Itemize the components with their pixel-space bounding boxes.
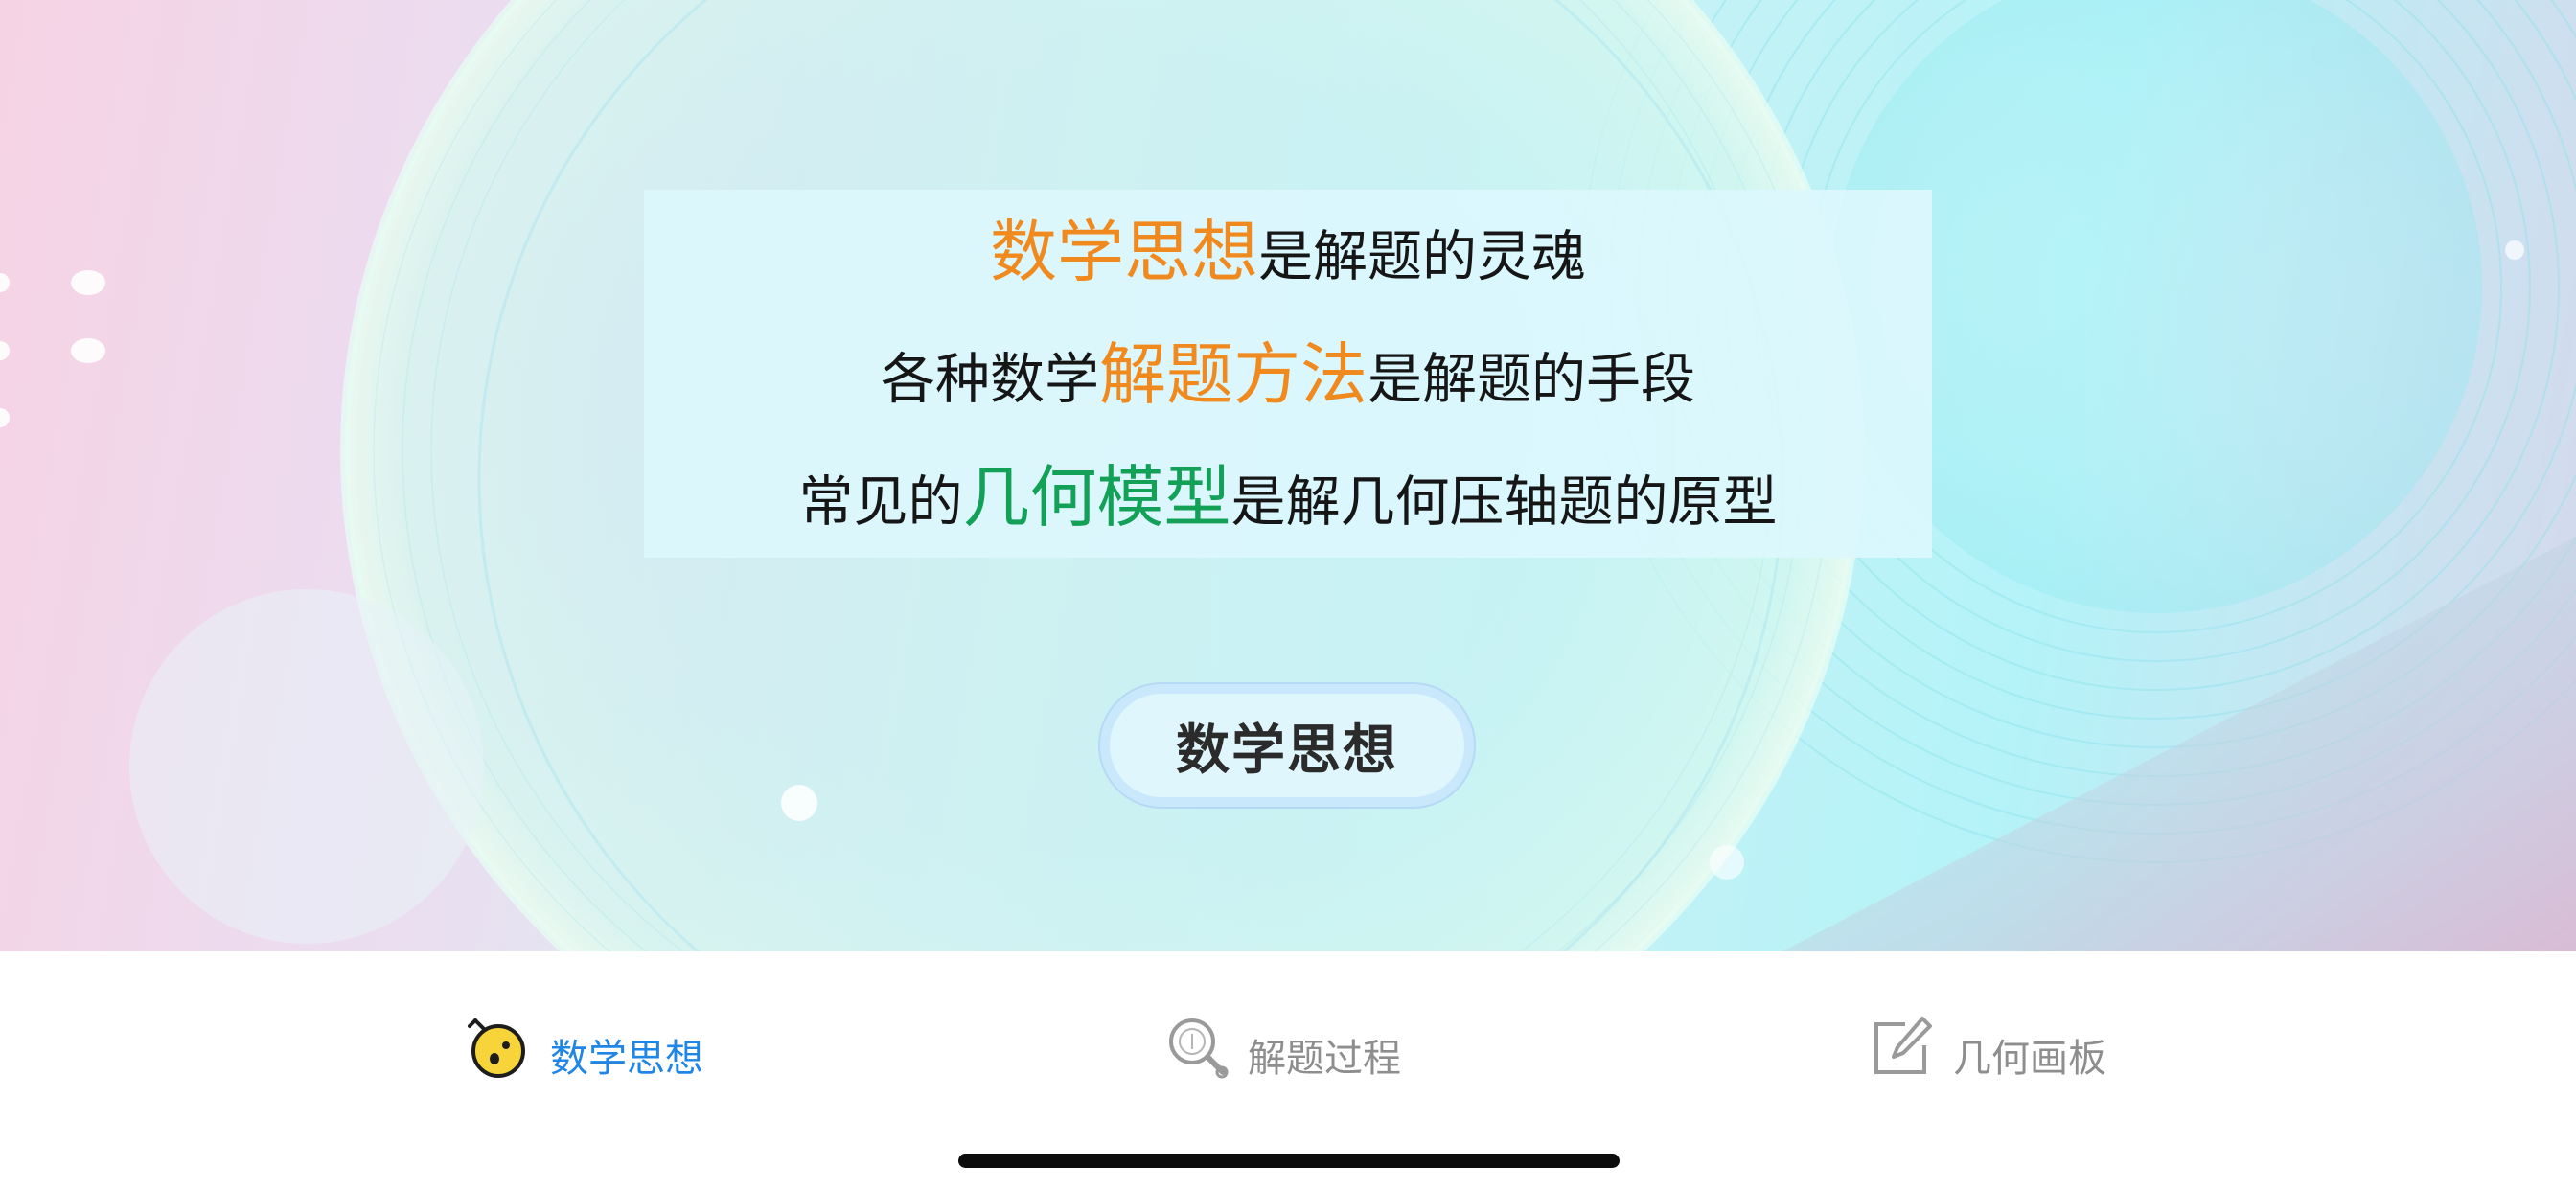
highlight-math-thinking: 数学思想	[990, 213, 1258, 291]
tab-geometry-board[interactable]: 几何画板	[1869, 1009, 2106, 1086]
app-screen: 数学思想是解题的灵魂 各种数学解题方法是解题的手段 常见的几何模型是解几何压轴题…	[0, 0, 2576, 1190]
quote-line-1: 数学思想是解题的灵魂	[644, 218, 1932, 286]
line-3-after: 是解几何压轴题的原型	[1230, 470, 1778, 534]
highlight-solving-methods: 解题方法	[1099, 335, 1368, 414]
math-thinking-button[interactable]: 数学思想	[1100, 684, 1474, 807]
edit-icon	[1874, 1017, 1932, 1074]
tab-solving-process[interactable]: 解题过程	[1163, 1009, 1401, 1086]
quote-card: 数学思想是解题的灵魂 各种数学解题方法是解题的手段 常见的几何模型是解几何压轴题…	[644, 190, 1932, 558]
tab-solving-process-label: 解题过程	[1248, 1037, 1401, 1081]
hero-background: 数学思想是解题的灵魂 各种数学解题方法是解题的手段 常见的几何模型是解几何压轴题…	[0, 0, 2576, 951]
quote-line-3: 常见的几何模型是解几何压轴题的原型	[644, 464, 1932, 531]
math-thinking-button-label: 数学思想	[1110, 694, 1464, 797]
tab-math-thinking[interactable]: 数学思想	[466, 1009, 703, 1086]
chick-icon	[468, 1018, 525, 1078]
line-3-before: 常见的	[798, 470, 963, 534]
tab-math-thinking-label: 数学思想	[550, 1037, 703, 1081]
highlight-geometry-models: 几何模型	[962, 458, 1231, 537]
home-indicator[interactable]	[958, 1154, 1620, 1168]
tab-geometry-board-label: 几何画板	[1953, 1037, 2106, 1081]
magnifier-icon	[1169, 1018, 1229, 1079]
line-2-after: 是解题的手段	[1368, 348, 1695, 411]
line-2-before: 各种数学	[881, 348, 1099, 411]
quote-line-2: 各种数学解题方法是解题的手段	[644, 341, 1932, 408]
line-1-text: 是解题的灵魂	[1258, 225, 1586, 288]
